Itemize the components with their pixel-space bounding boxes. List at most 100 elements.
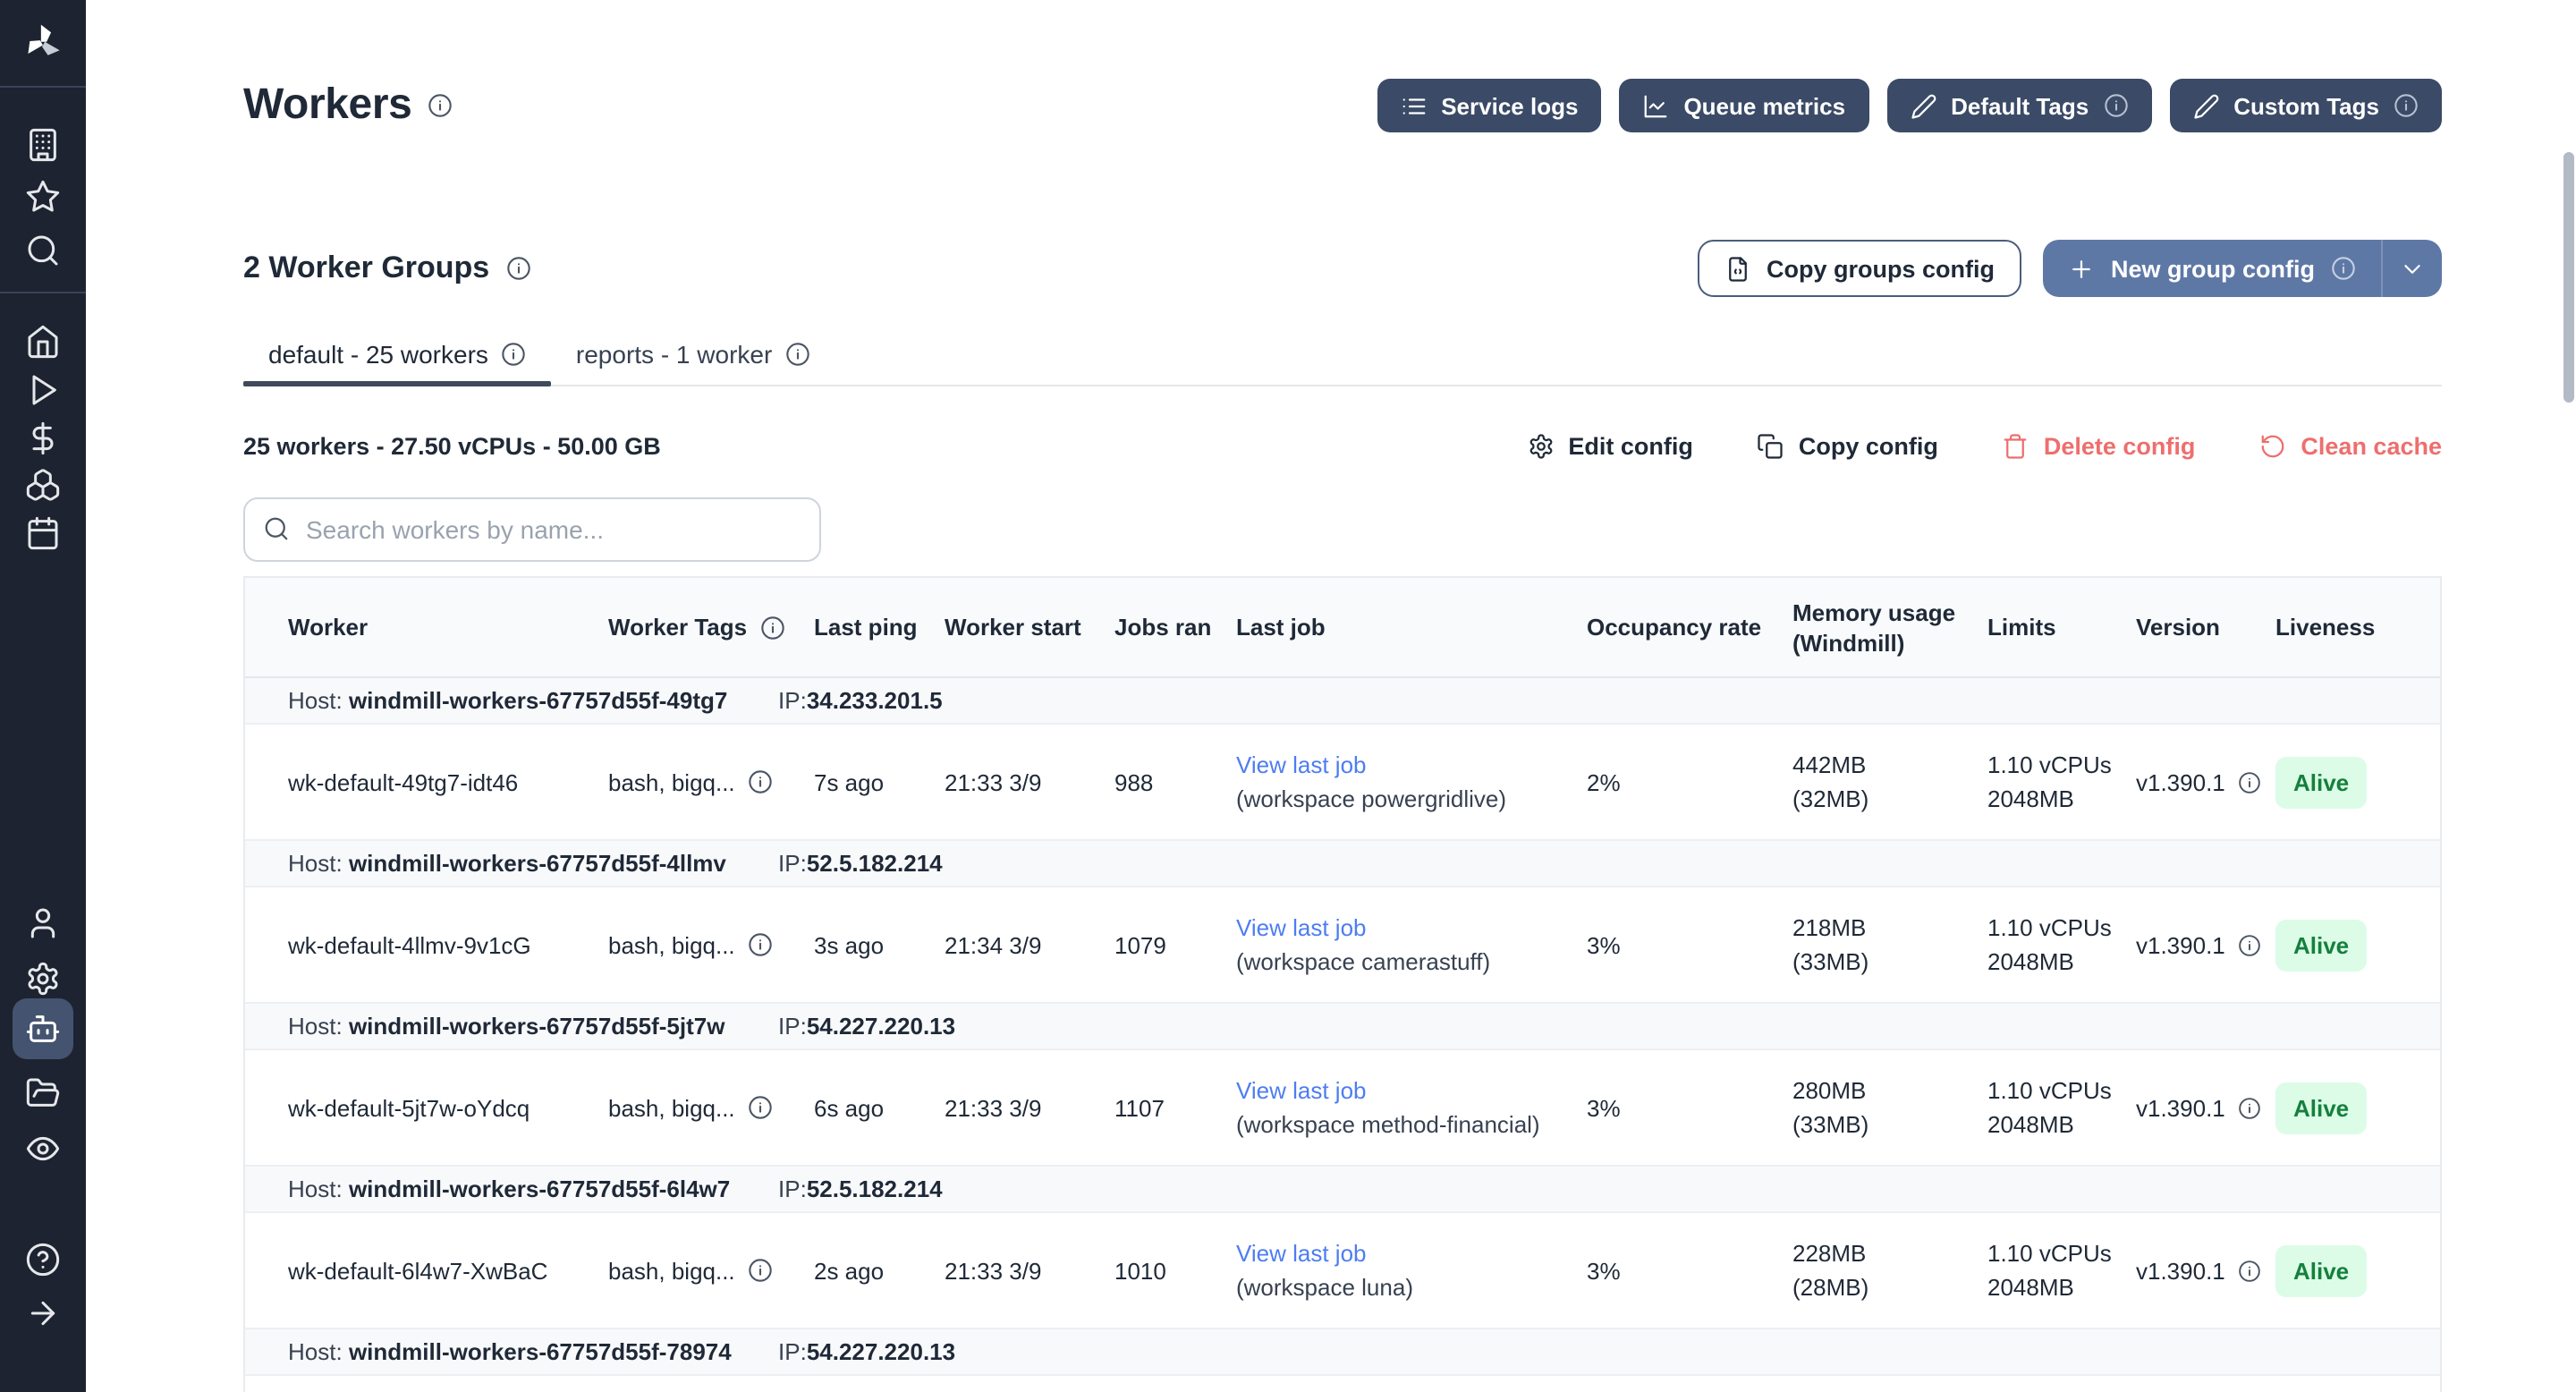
sidebar-item-settings-gear[interactable] [0,957,86,1000]
last-job: View last job (workspace method-financia… [1236,1074,1587,1142]
windmill-logo-icon[interactable] [0,14,86,72]
sidebar-item-search[interactable] [0,229,86,272]
sidebar-item-resources-boxes[interactable] [0,463,86,506]
search-icon [263,515,290,542]
sidebar-item-users-person[interactable] [0,902,86,945]
info-icon[interactable] [759,615,784,640]
info-icon[interactable] [748,932,773,957]
info-icon[interactable] [505,256,530,281]
search-workers-input[interactable] [243,497,821,562]
action-label: Edit config [1568,432,1693,459]
occupancy-rate: 2% [1587,765,1792,799]
service-logs-button[interactable]: Service logs [1377,79,1601,132]
last-job: View last job (workspace camerastuff) [1236,911,1587,979]
version: v1.390.1 [2136,765,2275,799]
info-icon[interactable] [2394,93,2419,118]
info-icon[interactable] [2238,770,2261,794]
col-liveness: Liveness [2275,612,2444,642]
info-icon[interactable] [748,769,773,794]
button-label: Queue metrics [1683,92,1845,119]
sidebar-item-runs-play[interactable] [0,369,86,412]
trash-icon [2003,432,2029,459]
col-worker-tags: Worker Tags [608,612,814,642]
info-icon[interactable] [748,1258,773,1283]
worker-start: 21:33 3/9 [945,1091,1114,1125]
info-icon[interactable] [501,342,526,367]
liveness: Alive [2275,919,2444,971]
default-tags-button[interactable]: Default Tags [1886,79,2151,132]
new-group-config-dropdown[interactable] [2381,240,2442,297]
sidebar-item-variables-dollar[interactable] [0,417,86,460]
custom-tags-button[interactable]: Custom Tags [2169,79,2442,132]
jobs-ran: 1079 [1114,928,1236,962]
tab-reports[interactable]: reports - 1 worker [551,340,835,385]
sidebar-item-help[interactable] [0,1238,86,1281]
worker-row: wk-default-49tg7-idt46 bash, bigq... 7s … [245,725,2440,841]
view-last-job-link[interactable]: View last job [1236,911,1572,945]
sidebar-item-expand-arrow[interactable] [0,1292,86,1335]
host-row: Host: windmill-workers-67757d55f-6l4w7 I… [245,1167,2440,1213]
pen-icon [2192,92,2219,119]
info-icon[interactable] [748,1095,773,1120]
col-jobs-ran: Jobs ran [1114,612,1236,642]
tab-label: reports - 1 worker [576,340,772,369]
worker-tags: bash, bigq... [608,1091,814,1125]
sidebar-item-building[interactable] [0,123,86,166]
rotate-icon [2259,432,2286,459]
host-label: Host: windmill-workers-67757d55f-49tg7 [288,678,727,725]
col-worker: Worker [245,612,608,642]
liveness-badge: Alive [2275,1244,2367,1296]
sidebar-item-schedules-calendar[interactable] [0,512,86,555]
vertical-scrollbar[interactable] [2563,152,2574,403]
edit-config-button[interactable]: Edit config [1527,432,1693,459]
copy-config-button[interactable]: Copy config [1758,432,1938,459]
view-last-job-link[interactable]: View last job [1236,1236,1572,1270]
host-ip: IP:34.233.201.5 [778,678,943,725]
view-last-job-link[interactable]: View last job [1236,1074,1572,1108]
jobs-ran: 1107 [1114,1091,1236,1125]
chart-icon [1642,92,1669,119]
host-row: Host: windmill-workers-67757d55f-49tg7 I… [245,678,2440,725]
sidebar-item-audit-eye[interactable] [0,1127,86,1170]
sidebar-item-favorites-star[interactable] [0,175,86,218]
new-group-config-button[interactable]: New group config [2043,240,2442,297]
worker-row [245,1376,2440,1392]
host-ip: IP:52.5.182.214 [778,1167,943,1213]
view-last-job-link[interactable]: View last job [1236,748,1572,782]
delete-config-button[interactable]: Delete config [2003,432,2196,459]
queue-metrics-button[interactable]: Queue metrics [1619,79,1868,132]
info-icon[interactable] [2103,93,2128,118]
main-content: Workers Service logs Queue metrics Defau… [86,0,2576,1392]
version: v1.390.1 [2136,1253,2275,1287]
info-icon[interactable] [2238,1259,2261,1282]
info-icon[interactable] [2331,256,2356,281]
button-label: Copy groups config [1767,255,1995,282]
col-last-job: Last job [1236,612,1587,642]
worker-start: 21:33 3/9 [945,765,1114,799]
worker-tags: bash, bigq... [608,1253,814,1287]
last-job: View last job (workspace powergridlive) [1236,748,1587,816]
col-occupancy-rate: Occupancy rate [1587,612,1792,642]
worker-name: wk-default-6l4w7-XwBaC [245,1253,608,1287]
worker-name: wk-default-49tg7-idt46 [245,765,608,799]
liveness: Alive [2275,756,2444,808]
col-last-ping: Last ping [814,612,945,642]
page-title: Workers [243,81,411,131]
title-info-icon[interactable] [428,93,453,118]
header-actions: Service logs Queue metrics Default Tags … [1377,79,2442,132]
col-version: Version [2136,612,2275,642]
action-label: Copy config [1799,432,1938,459]
tab-default[interactable]: default - 25 workers [243,340,551,385]
sidebar-item-home[interactable] [0,320,86,363]
sidebar-item-folders[interactable] [0,1072,86,1115]
col-limits: Limits [1987,612,2136,642]
info-icon[interactable] [2238,1096,2261,1119]
copy-groups-config-button[interactable]: Copy groups config [1697,240,2021,297]
last-job-workspace: (workspace camerastuff) [1236,948,1490,975]
sidebar-item-workers-robot[interactable] [13,998,73,1059]
worker-name: wk-default-5jt7w-oYdcq [245,1091,608,1125]
info-icon[interactable] [784,342,809,367]
clean-cache-button[interactable]: Clean cache [2259,432,2442,459]
info-icon[interactable] [2238,933,2261,956]
memory-usage: 218MB(33MB) [1792,911,1987,979]
